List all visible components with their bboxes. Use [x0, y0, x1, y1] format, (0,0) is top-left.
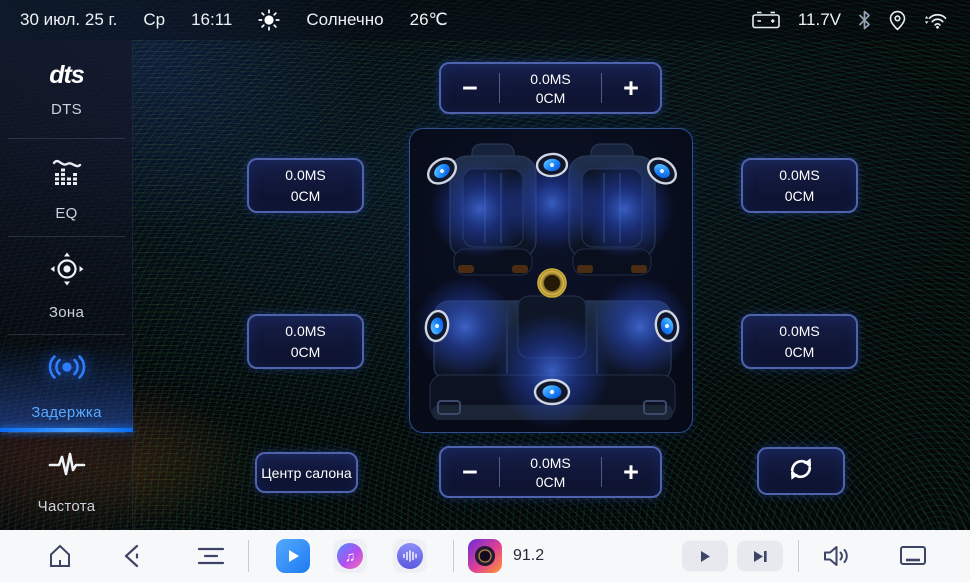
- sidebar-item-zone[interactable]: Зона: [0, 236, 133, 334]
- speaker-rear-center[interactable]: [535, 380, 569, 404]
- weather-text: Солнечно: [306, 10, 383, 30]
- sidebar-item-label: Задержка: [31, 404, 102, 421]
- delay-control-front-center: − 0.0MS 0CM +: [439, 62, 662, 114]
- decrease-button[interactable]: −: [441, 448, 499, 496]
- delay-ms: 0.0MS: [285, 323, 325, 339]
- increase-button[interactable]: +: [602, 448, 660, 496]
- delay-box-front-left[interactable]: 0.0MS 0CM: [247, 158, 364, 213]
- radio-frequency-text: 91.2: [513, 547, 544, 565]
- delay-box-rear-right[interactable]: 0.0MS 0CM: [741, 314, 858, 369]
- sidebar-item-eq[interactable]: EQ: [0, 138, 133, 236]
- delay-cm: 0CM: [785, 344, 815, 360]
- delay-cm: 0CM: [291, 188, 321, 204]
- dock-divider: [798, 540, 799, 572]
- weekday-text: Ср: [143, 10, 165, 30]
- video-app-icon: [276, 539, 310, 573]
- speaker-front-center[interactable]: [536, 153, 567, 177]
- location-icon: [888, 10, 907, 31]
- delay-cm: 0CM: [536, 474, 566, 490]
- delay-ms: 0.0MS: [530, 71, 570, 87]
- sidebar-item-frequency[interactable]: Частота: [0, 432, 133, 530]
- delay-ms: 0.0MS: [285, 167, 325, 183]
- home-button[interactable]: [46, 542, 74, 570]
- voice-app-button[interactable]: [393, 539, 427, 573]
- delay-box-front-right[interactable]: 0.0MS 0CM: [741, 158, 858, 213]
- cabin-center-button[interactable]: Центр салона: [255, 452, 358, 493]
- dock-divider: [453, 540, 454, 572]
- delay-value-front-center: 0.0MS 0CM: [500, 71, 601, 106]
- voltage-text: 11.7V: [798, 10, 841, 30]
- display-off-button[interactable]: [898, 544, 928, 568]
- delay-control-rear-center: − 0.0MS 0CM +: [439, 446, 662, 498]
- next-track-icon: [737, 541, 783, 572]
- delay-box-rear-left[interactable]: 0.0MS 0CM: [247, 314, 364, 369]
- head-unit-screen: 30 июл. 25 г. Ср 16:11 Солнечно 26℃ 11.7…: [0, 0, 970, 582]
- speaker-seat-map: [409, 128, 693, 433]
- center-knob: [538, 269, 566, 297]
- delay-icon: [46, 346, 88, 393]
- next-track-button[interactable]: [737, 541, 783, 572]
- car-battery-icon: [751, 10, 781, 30]
- reset-button[interactable]: [757, 447, 845, 495]
- equalizer-icon: [49, 153, 85, 194]
- music-app-button[interactable]: ♫: [333, 539, 367, 573]
- delay-cm: 0CM: [291, 344, 321, 360]
- sidebar-item-label: Зона: [49, 304, 84, 321]
- sidebar: dts DTS EQ Зона Задержка Частота: [0, 40, 133, 530]
- zone-icon: [48, 250, 86, 293]
- play-icon: [682, 541, 728, 572]
- decrease-button[interactable]: −: [441, 64, 499, 112]
- voice-app-icon: [393, 539, 427, 573]
- volume-button[interactable]: [822, 543, 852, 569]
- date-text: 30 июл. 25 г.: [20, 10, 117, 30]
- increase-button[interactable]: +: [602, 64, 660, 112]
- frequency-icon: [47, 448, 87, 487]
- wifi-icon: [924, 10, 950, 30]
- delay-ms: 0.0MS: [530, 455, 570, 471]
- dts-logo-icon: dts: [49, 61, 84, 90]
- recent-apps-button[interactable]: [196, 543, 226, 569]
- dock-divider: [248, 540, 249, 572]
- play-button[interactable]: [682, 541, 728, 572]
- sidebar-item-label: DTS: [51, 101, 82, 118]
- sun-icon: [258, 9, 280, 31]
- status-bar: 30 июл. 25 г. Ср 16:11 Солнечно 26℃ 11.7…: [0, 0, 970, 40]
- bluetooth-icon: [858, 10, 871, 30]
- delay-ms: 0.0MS: [779, 167, 819, 183]
- radio-app-button[interactable]: [468, 539, 502, 573]
- sidebar-item-label: Частота: [38, 498, 96, 515]
- time-text: 16:11: [191, 10, 232, 30]
- music-app-icon: ♫: [333, 539, 367, 573]
- sidebar-item-label: EQ: [55, 205, 77, 222]
- bottom-dock: ♫ 91.2: [0, 530, 970, 582]
- delay-value-rear-center: 0.0MS 0CM: [500, 455, 601, 490]
- reset-icon: [785, 453, 817, 490]
- sidebar-item-delay[interactable]: Задержка: [0, 334, 133, 432]
- video-app-button[interactable]: [276, 539, 310, 573]
- delay-cm: 0CM: [785, 188, 815, 204]
- sidebar-item-dts[interactable]: dts DTS: [0, 40, 133, 138]
- delay-cm: 0CM: [536, 90, 566, 106]
- radio-app-icon: [468, 539, 502, 573]
- delay-ms: 0.0MS: [779, 323, 819, 339]
- temperature-text: 26℃: [410, 10, 448, 30]
- back-button[interactable]: [120, 543, 146, 569]
